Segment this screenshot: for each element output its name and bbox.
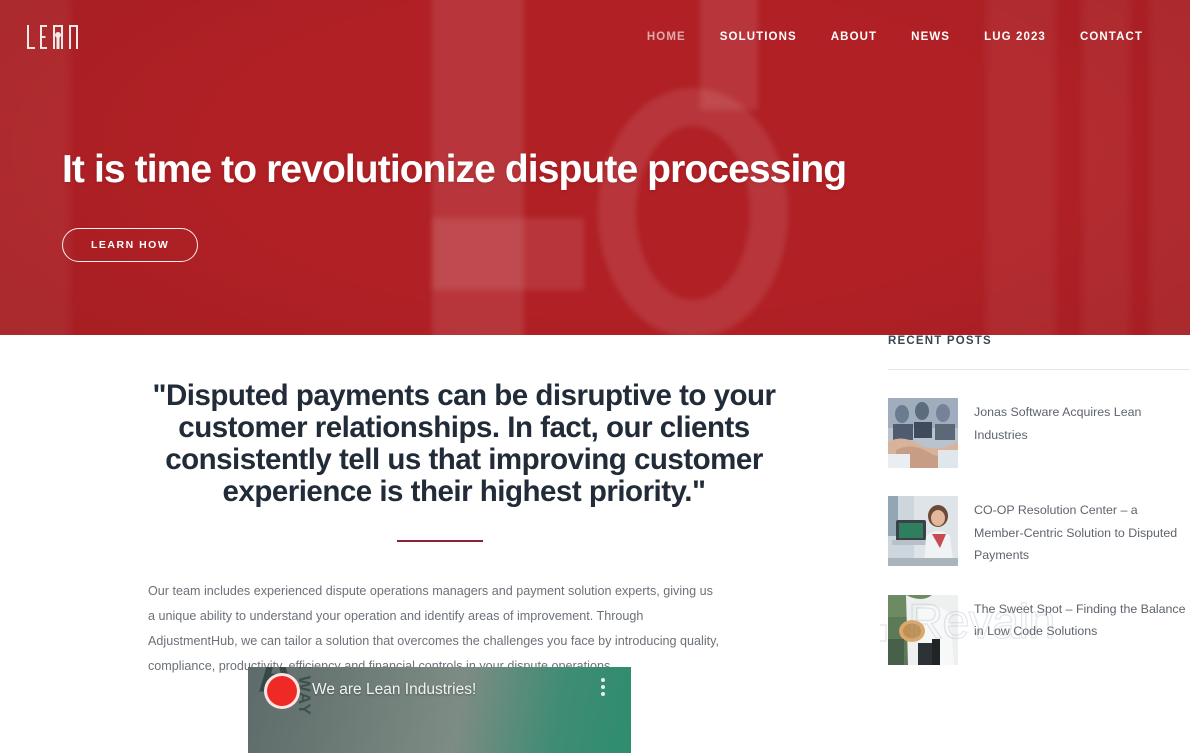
- sidebar: RECENT POSTS Jonas Software Acquires Lea…: [880, 335, 1190, 753]
- quote-divider: [397, 539, 483, 542]
- sidebar-divider: [888, 369, 1190, 370]
- nav-item-contact[interactable]: CONTACT: [1063, 25, 1160, 49]
- nav-item-about[interactable]: ABOUT: [814, 25, 894, 49]
- recent-posts-heading: RECENT POSTS: [888, 335, 992, 347]
- post-thumbnail-baseball: [888, 594, 958, 665]
- recent-post-item[interactable]: Jonas Software Acquires Lean Industries: [888, 398, 1190, 468]
- main-navigation[interactable]: HOME SOLUTIONS ABOUT NEWS LUG 2023 CONTA…: [630, 25, 1160, 49]
- site-header: HOME SOLUTIONS ABOUT NEWS LUG 2023 CONTA…: [0, 0, 1190, 74]
- nav-item-lug-2023[interactable]: LUG 2023: [967, 25, 1063, 49]
- video-channel-avatar-icon: [264, 673, 300, 709]
- learn-how-button[interactable]: LEARN HOW: [62, 227, 199, 262]
- post-thumbnail-handshake: [888, 398, 958, 468]
- main-section: "Disputed payments can be disruptive to …: [0, 335, 1190, 753]
- hero-section: HOME SOLUTIONS ABOUT NEWS LUG 2023 CONTA…: [0, 0, 1190, 335]
- video-title[interactable]: We are Lean Industries!: [312, 681, 476, 699]
- post-thumbnail-woman-at-desk: [888, 496, 958, 566]
- post-title[interactable]: The Sweet Spot – Finding the Balance in …: [974, 595, 1190, 665]
- post-title[interactable]: CO-OP Resolution Center – a Member-Centr…: [974, 496, 1190, 567]
- hero-content: It is time to revolutionize dispute proc…: [62, 148, 847, 262]
- post-title[interactable]: Jonas Software Acquires Lean Industries: [974, 398, 1190, 468]
- recent-post-item[interactable]: The Sweet Spot – Finding the Balance in …: [888, 594, 1190, 665]
- video-more-options-icon[interactable]: [601, 678, 605, 696]
- nav-item-home[interactable]: HOME: [630, 25, 703, 49]
- content-column: "Disputed payments can be disruptive to …: [0, 335, 880, 753]
- recent-post-item[interactable]: CO-OP Resolution Center – a Member-Centr…: [888, 496, 1190, 567]
- nav-item-news[interactable]: NEWS: [894, 25, 967, 49]
- hero-title: It is time to revolutionize dispute proc…: [62, 148, 847, 191]
- nav-item-solutions[interactable]: SOLUTIONS: [703, 25, 814, 49]
- body-paragraph: Our team includes experienced dispute op…: [148, 583, 720, 674]
- lean-logo[interactable]: [26, 20, 78, 54]
- pull-quote: "Disputed payments can be disruptive to …: [152, 379, 776, 509]
- video-embed[interactable]: A THE WAY We are Lean Industries!: [248, 667, 631, 753]
